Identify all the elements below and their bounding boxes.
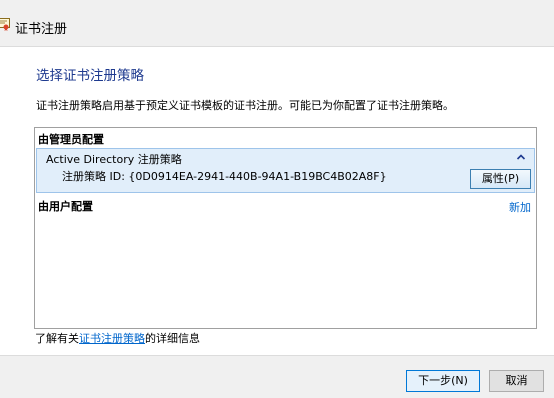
info-line: 了解有关证书注册策略的详细信息 bbox=[35, 330, 200, 346]
user-group-label: 由用户配置 bbox=[38, 200, 93, 213]
info-prefix: 了解有关 bbox=[35, 332, 79, 345]
cancel-button[interactable]: 取消 bbox=[489, 370, 544, 392]
policy-name: Active Directory 注册策略 bbox=[46, 153, 182, 166]
window-title: 证书注册 bbox=[15, 22, 68, 37]
admin-group-label: 由管理员配置 bbox=[38, 133, 104, 146]
policy-list: 由管理员配置 Active Directory 注册策略 注册策略 ID: {0… bbox=[34, 127, 537, 329]
add-policy-link[interactable]: 新加 bbox=[509, 199, 531, 215]
footer: 下一步(N) 取消 bbox=[0, 355, 554, 398]
policy-info-link[interactable]: 证书注册策略 bbox=[79, 332, 145, 345]
next-button[interactable]: 下一步(N) bbox=[406, 370, 480, 392]
page-heading: 选择证书注册策略 bbox=[36, 68, 144, 84]
certificate-icon bbox=[0, 18, 10, 31]
intro-text: 证书注册策略启用基于预定义证书模板的证书注册。可能已为你配置了证书注册策略。 bbox=[36, 99, 454, 112]
info-suffix: 的详细信息 bbox=[145, 332, 200, 345]
chevron-up-icon[interactable] bbox=[516, 153, 526, 161]
policy-item[interactable]: Active Directory 注册策略 注册策略 ID: {0D0914EA… bbox=[36, 148, 535, 193]
properties-button[interactable]: 属性(P) bbox=[470, 169, 531, 189]
title-bar: 证书注册 bbox=[0, 0, 554, 47]
policy-id: 注册策略 ID: {0D0914EA-2941-440B-94A1-B19BC4… bbox=[62, 170, 387, 183]
